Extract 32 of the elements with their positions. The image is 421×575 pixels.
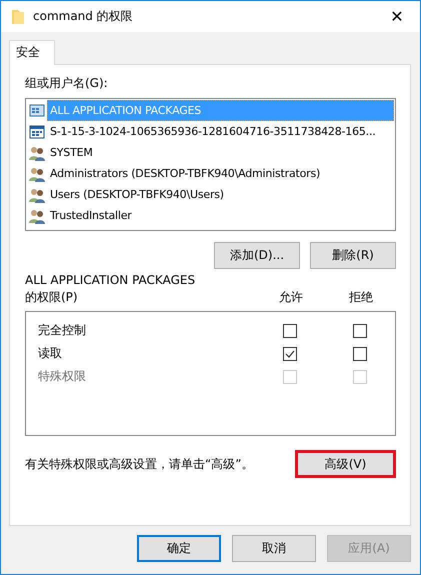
- list-item[interactable]: SYSTEM: [27, 142, 394, 163]
- folder-icon: [11, 8, 25, 24]
- permission-name: 读取: [38, 345, 63, 362]
- dialog-button[interactable]: 删除(R): [310, 242, 396, 269]
- users-icon: [29, 144, 45, 160]
- users-icon: [29, 186, 45, 202]
- list-item[interactable]: S-1-15-3-1024-1065365936-1281604716-3511738428-165...: [27, 121, 394, 142]
- advanced-button[interactable]: 高级(V): [295, 450, 396, 478]
- permissions-label: 的权限(P): [25, 289, 79, 306]
- dialog-button[interactable]: 添加(D)...: [214, 242, 300, 269]
- group-label: 组或用户名(G):: [25, 75, 109, 92]
- users-icon: [29, 208, 45, 224]
- list-item[interactable]: Users (DESKTOP-TBFK940\Users): [27, 184, 394, 205]
- dialog-button[interactable]: 确定: [137, 535, 221, 562]
- tab[interactable]: 安全: [9, 40, 55, 65]
- permission-name: 完全控制: [38, 322, 87, 339]
- window-grid-icon: [29, 124, 45, 140]
- window-title: command 的权限: [33, 8, 134, 25]
- users-icon: [29, 166, 45, 182]
- window-grid-icon: [29, 102, 45, 118]
- checkbox[interactable]: [353, 324, 367, 338]
- permissions-title: ALL APPLICATION PACKAGES: [25, 272, 196, 289]
- column-header: 拒绝: [348, 289, 374, 306]
- advanced-hint: 有关特殊权限或高级设置，请单击“高级”。: [25, 456, 254, 472]
- list-item[interactable]: Administrators (DESKTOP-TBFK940\Administrators): [27, 163, 394, 184]
- checkbox[interactable]: [283, 346, 297, 360]
- list-item[interactable]: TrustedInstaller: [27, 205, 394, 226]
- column-header: 允许: [278, 289, 304, 306]
- checkbox[interactable]: [353, 346, 367, 360]
- dialog-button[interactable]: 取消: [232, 535, 316, 562]
- permission-name: 特殊权限: [38, 368, 87, 385]
- checkbox[interactable]: [283, 324, 297, 338]
